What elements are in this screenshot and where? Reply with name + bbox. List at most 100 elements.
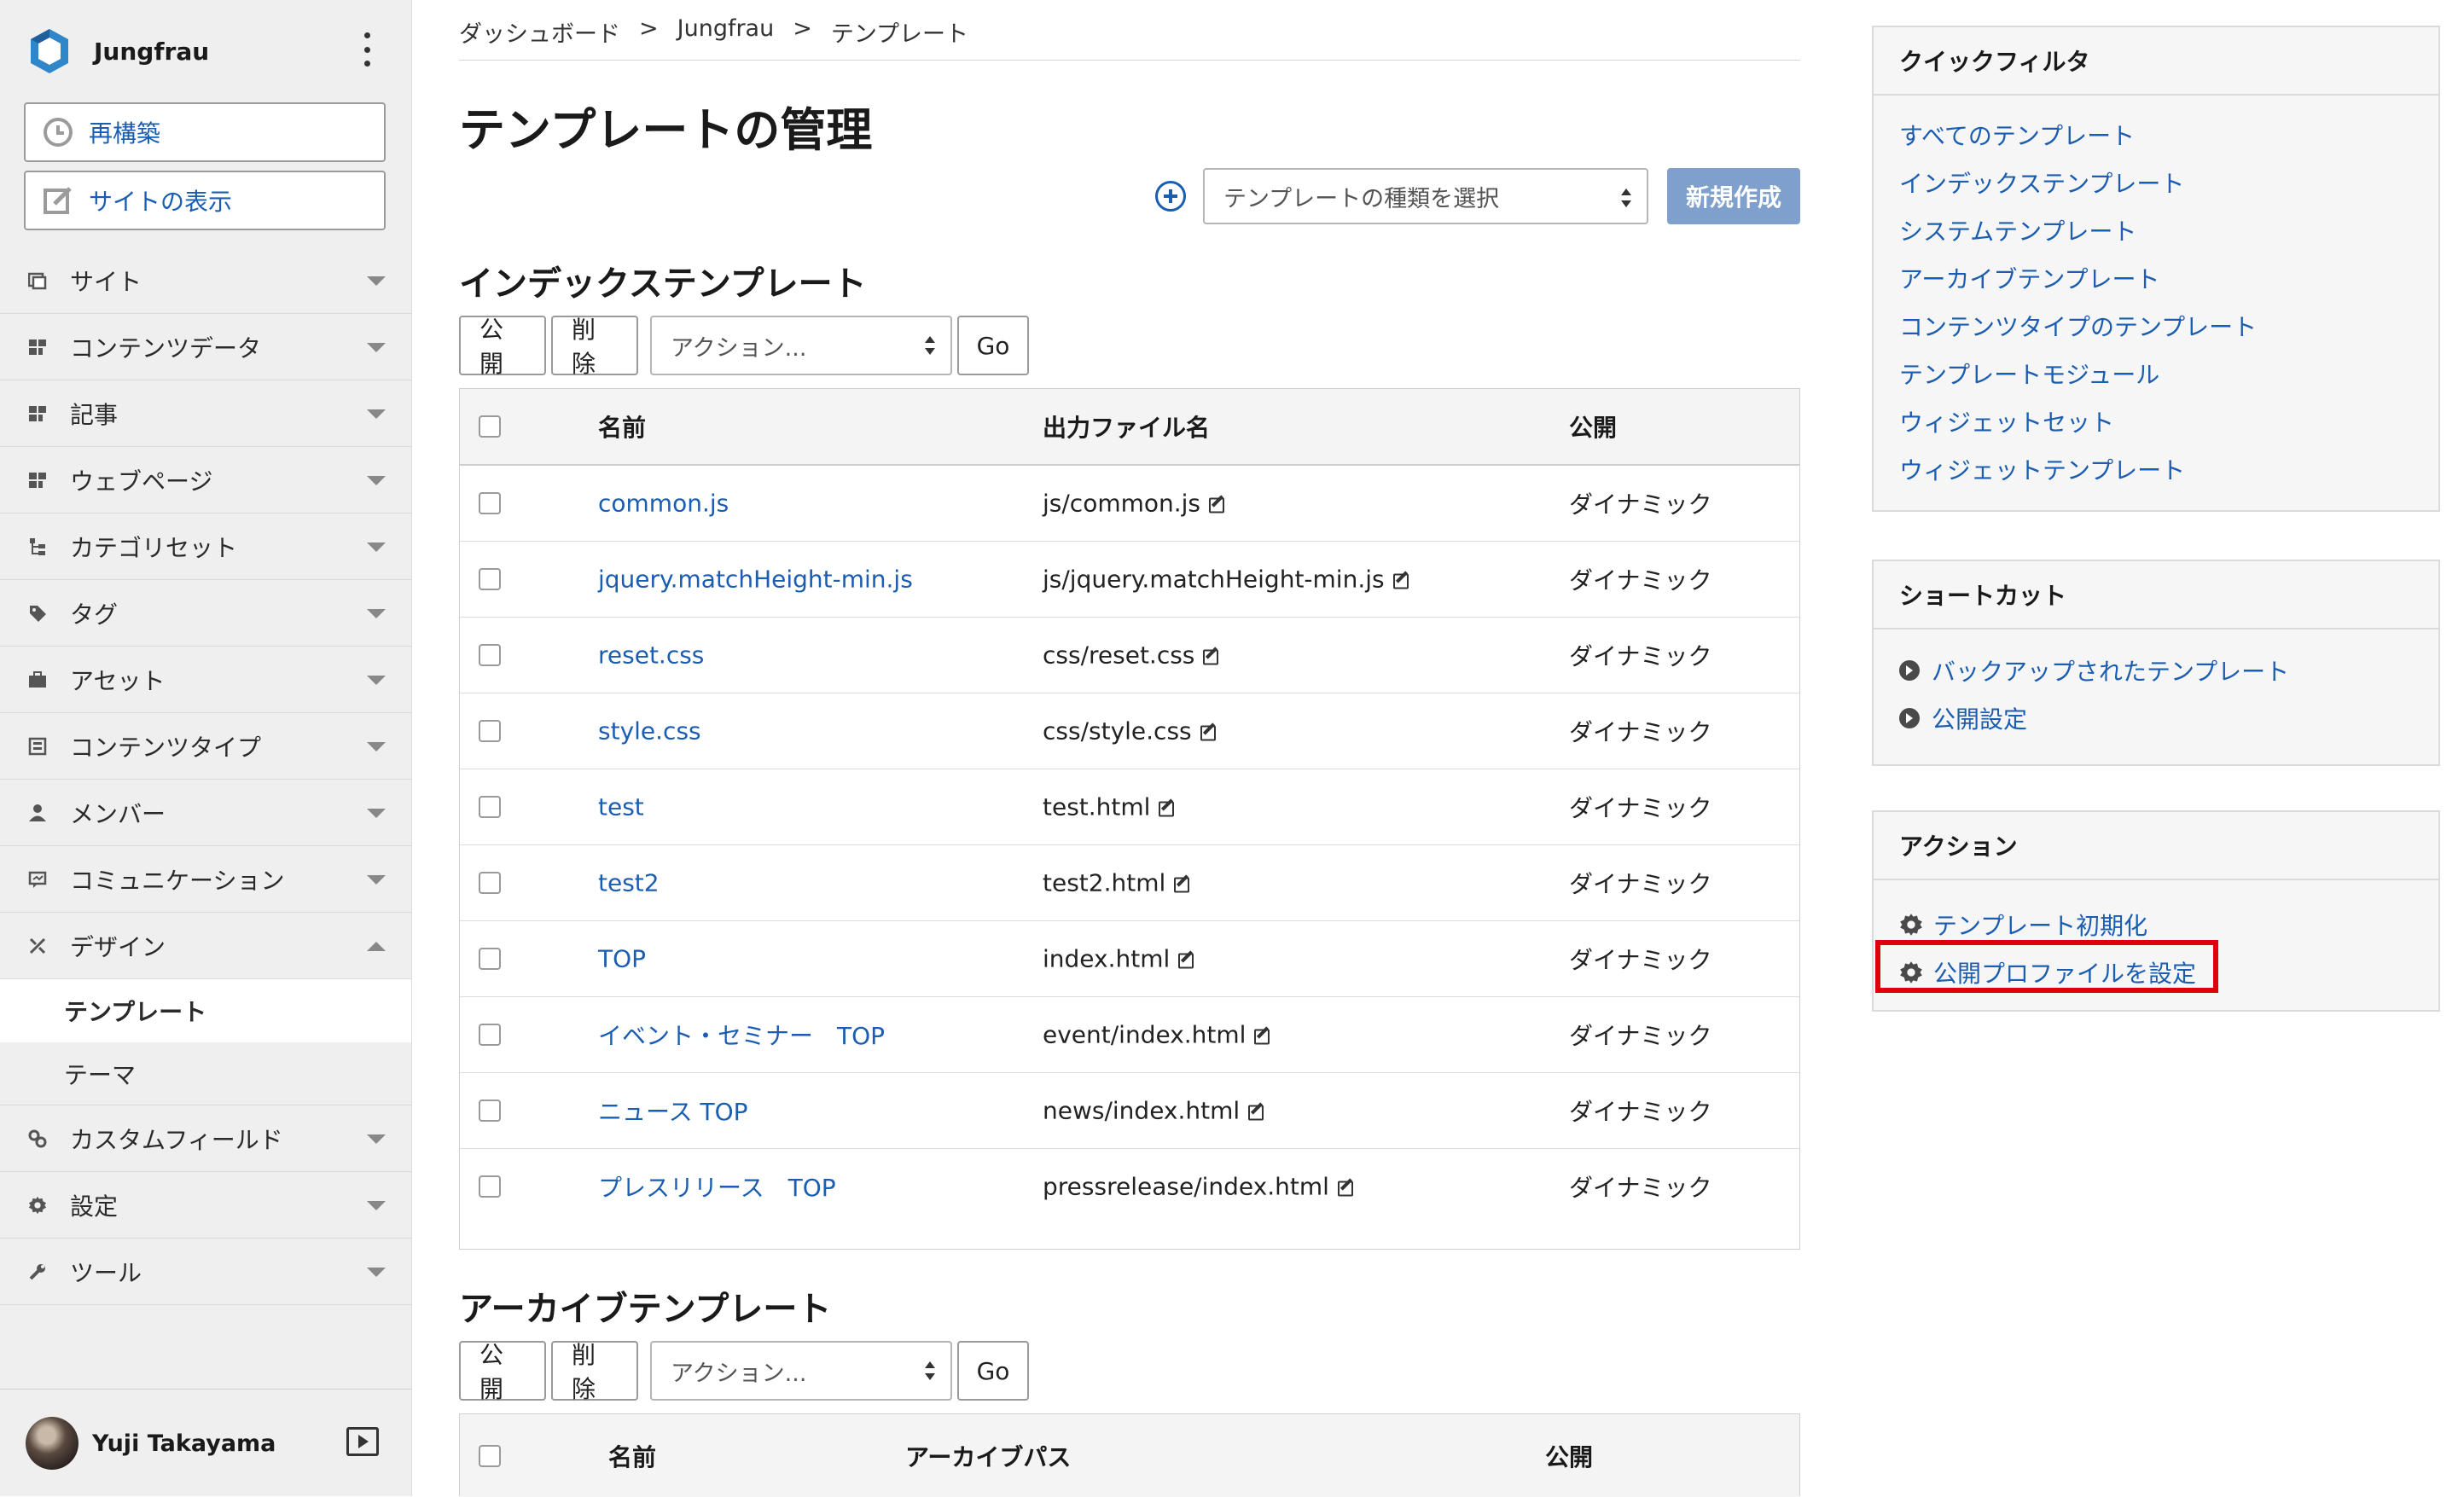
nav-item-settings[interactable]: 設定 [0,1172,411,1239]
filter-content-type-templates[interactable]: コンテンツタイプのテンプレート [1899,302,2413,350]
external-edit-icon[interactable] [1392,573,1409,589]
template-name-link[interactable]: test [598,793,644,821]
nav-label: 設定 [70,1192,119,1221]
table-row: jquery.matchHeight-min.js js/jquery.match… [460,542,1799,618]
template-name-link[interactable]: ニュース TOP [598,1098,748,1126]
nav-item-content-type[interactable]: コンテンツタイプ [0,713,411,780]
column-archive-path[interactable]: アーカイブパス [905,1439,1071,1473]
template-type-select[interactable]: テンプレートの種類を選択 [1202,168,1648,224]
filter-widget-sets[interactable]: ウィジェットセット [1899,397,2413,445]
template-name-link[interactable]: TOP [598,945,646,973]
collapse-sidebar-icon[interactable] [346,1427,379,1456]
archive-templates-title: アーカイブテンプレート [459,1290,832,1329]
delete-button[interactable]: 削除 [551,1341,638,1403]
nav-label: カスタムフィールド [70,1125,283,1154]
create-button[interactable]: 新規作成 [1666,168,1800,224]
template-name-link[interactable]: reset.css [598,641,704,670]
external-edit-icon[interactable] [1248,1105,1264,1121]
external-edit-icon[interactable] [1159,801,1175,817]
go-button[interactable]: Go [957,1341,1029,1401]
filter-archive-templates[interactable]: アーカイブテンプレート [1899,254,2413,302]
nav-item-asset[interactable]: アセット [0,647,411,713]
column-name[interactable]: 名前 [598,409,646,444]
action-select[interactable]: アクション... [650,1341,952,1401]
column-publish[interactable]: 公開 [1545,1439,1593,1473]
delete-button[interactable]: 削除 [551,316,638,378]
external-edit-icon[interactable] [1209,497,1225,514]
nav-item-design[interactable]: デザイン [0,913,411,979]
external-edit-icon[interactable] [1178,953,1194,969]
rebuild-label: 再構築 [89,119,161,148]
nav-item-communication[interactable]: コミュニケーション [0,846,411,913]
divider [459,60,1800,61]
publish-type: ダイナミック [1569,1022,1712,1050]
row-checkbox[interactable] [479,492,501,514]
breadcrumb-site[interactable]: Jungfrau [677,15,775,49]
breadcrumb-separator: > [793,15,812,42]
nav-item-entry[interactable]: 記事 [0,380,411,447]
archive-templates-table: 名前 アーカイブパス 公開 [459,1413,1800,1497]
more-menu-icon[interactable] [358,32,375,67]
communication-icon [27,869,48,890]
chevron-up-icon [367,942,386,951]
table-header: 名前 アーカイブパス 公開 [460,1414,1799,1497]
go-button[interactable]: Go [957,316,1029,375]
row-checkbox[interactable] [479,1100,501,1122]
external-edit-icon[interactable] [1254,1029,1270,1045]
filter-all-templates[interactable]: すべてのテンプレート [1899,111,2413,159]
external-edit-icon[interactable] [1337,1181,1353,1197]
nav-item-custom-field[interactable]: カスタムフィールド [0,1105,411,1172]
row-checkbox[interactable] [479,1024,501,1046]
external-edit-icon[interactable] [1200,725,1216,741]
column-publish[interactable]: 公開 [1569,409,1617,444]
nav-item-tools[interactable]: ツール [0,1239,411,1305]
nav-item-content-data[interactable]: コンテンツデータ [0,314,411,380]
sub-nav-theme[interactable]: テーマ [0,1042,411,1105]
view-site-button[interactable]: サイトの表示 [24,171,386,230]
action-select[interactable]: アクション... [650,316,952,375]
shortcuts-title: ショートカット [1874,561,2438,630]
template-name-link[interactable]: test2 [598,869,660,897]
shortcut-backup-templates[interactable]: バックアップされたテンプレート [1899,647,2413,694]
template-name-link[interactable]: common.js [598,490,729,518]
nav-item-site[interactable]: サイト [0,247,411,314]
content-type-icon [27,736,48,757]
filter-index-templates[interactable]: インデックステンプレート [1899,159,2413,206]
select-all-checkbox[interactable] [479,1444,501,1467]
publish-type: ダイナミック [1569,946,1712,974]
template-name-link[interactable]: イベント・セミナー TOP [598,1022,885,1050]
sub-nav-template[interactable]: テンプレート [0,979,411,1042]
external-edit-icon[interactable] [1203,649,1219,665]
row-checkbox[interactable] [479,1175,501,1198]
column-output-file[interactable]: 出力ファイル名 [1043,409,1210,444]
column-name[interactable]: 名前 [608,1439,656,1473]
breadcrumb-dashboard[interactable]: ダッシュボード [459,15,620,49]
nav-item-category-set[interactable]: カテゴリセット [0,514,411,580]
row-checkbox[interactable] [479,872,501,894]
output-file: js/jquery.matchHeight-min.js [1043,565,1385,594]
avatar[interactable] [26,1417,78,1470]
template-name-link[interactable]: jquery.matchHeight-min.js [598,566,913,594]
row-checkbox[interactable] [479,948,501,970]
template-name-link[interactable]: プレスリリース TOP [598,1174,836,1202]
row-checkbox[interactable] [479,720,501,742]
nav-item-tag[interactable]: タグ [0,580,411,647]
publish-button[interactable]: 公開 [459,316,546,378]
brand[interactable]: Jungfrau [24,26,209,77]
row-checkbox[interactable] [479,568,501,590]
filter-system-templates[interactable]: システムテンプレート [1899,206,2413,254]
filter-widget-templates[interactable]: ウィジェットテンプレート [1899,445,2413,493]
user-name[interactable]: Yuji Takayama [92,1430,276,1457]
row-checkbox[interactable] [479,644,501,666]
publish-button[interactable]: 公開 [459,1341,546,1403]
template-name-link[interactable]: style.css [598,717,701,746]
select-all-checkbox[interactable] [479,415,501,438]
filter-template-modules[interactable]: テンプレートモジュール [1899,350,2413,397]
shortcut-publish-settings[interactable]: 公開設定 [1899,694,2413,742]
nav-item-member[interactable]: メンバー [0,780,411,846]
nav-item-webpage[interactable]: ウェブページ [0,447,411,514]
table-row: test test.html ダイナミック [460,769,1799,845]
external-edit-icon[interactable] [1174,877,1190,893]
rebuild-button[interactable]: 再構築 [24,102,386,162]
row-checkbox[interactable] [479,796,501,818]
